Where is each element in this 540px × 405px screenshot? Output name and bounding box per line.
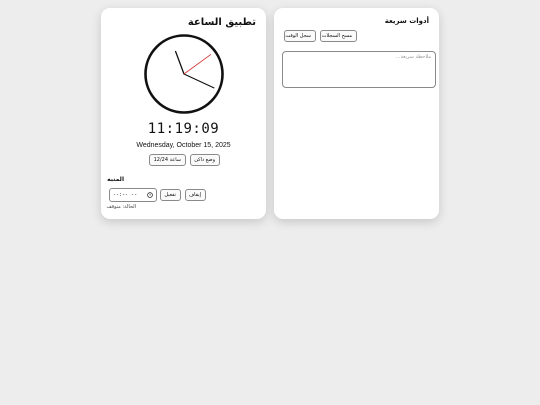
alarm-section-title: المنبه	[107, 176, 124, 183]
clock-icon[interactable]	[147, 192, 153, 198]
tools-card: أدوات سريعة مسح السجلات سجل الوقت ملاحظة…	[274, 8, 439, 219]
analog-clock	[144, 34, 224, 114]
format-toggle-button[interactable]: ساعة 12/24	[149, 154, 186, 166]
alarm-time-input[interactable]: --:-- --	[109, 188, 157, 202]
quick-note-textarea[interactable]: ملاحظة سريعة...	[282, 51, 436, 88]
date-display: Wednesday, October 15, 2025	[136, 142, 231, 149]
alarm-time-value: --:-- --	[113, 192, 138, 198]
tools-card-title: أدوات سريعة	[384, 17, 429, 25]
clear-log-button[interactable]: مسح السجلات	[320, 30, 357, 42]
alarm-activate-button[interactable]: تفعيل	[160, 189, 181, 201]
alarm-stop-button[interactable]: إيقاف	[185, 189, 206, 201]
log-time-button[interactable]: سجل الوقت	[284, 30, 316, 42]
clock-card: تطبيق الساعة 11:19:09 Wednesday, October…	[101, 8, 266, 219]
clock-card-title: تطبيق الساعة	[187, 17, 256, 28]
digital-time: 11:19:09	[147, 121, 220, 137]
app-stage: تطبيق الساعة 11:19:09 Wednesday, October…	[0, 0, 540, 405]
dark-mode-button[interactable]: وضع داكن	[190, 154, 220, 166]
alarm-status: الحالة: متوقف	[106, 204, 136, 210]
